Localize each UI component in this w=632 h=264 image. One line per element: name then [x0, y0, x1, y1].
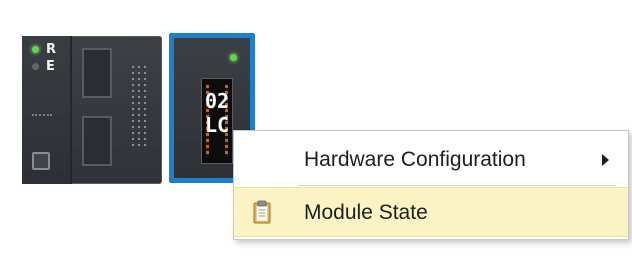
error-led-icon: [32, 63, 39, 70]
module-led-icon: [230, 54, 237, 61]
error-led-label: E: [46, 59, 55, 74]
run-led-label: R: [46, 42, 57, 57]
submenu-arrow-icon: [602, 154, 609, 166]
module-label-window: 02 LC: [201, 78, 233, 164]
menu-item-label: Module State: [304, 201, 428, 224]
hardware-canvas: R E 02 LC Hardware Configuration Module …: [0, 0, 632, 264]
indicator-dots-icon: [32, 114, 52, 118]
menu-item-module-state[interactable]: Module State: [234, 187, 628, 237]
connector-pins-icon: [130, 64, 148, 150]
menu-separator: [298, 185, 616, 186]
module-type-code: LC: [204, 113, 230, 137]
module-number: 02: [204, 89, 230, 113]
menu-item-label: Hardware Configuration: [304, 148, 526, 171]
cpu-status-panel: R E: [22, 36, 72, 184]
memory-slot-icon: [82, 116, 112, 166]
context-menu: Hardware Configuration Module State: [233, 130, 629, 240]
memory-slot-icon: [82, 48, 112, 98]
usb-port-icon: [32, 152, 50, 170]
cpu-module[interactable]: R E: [22, 36, 162, 184]
clipboard-icon: [253, 200, 271, 224]
run-led-icon: [32, 46, 39, 53]
menu-item-hardware-configuration[interactable]: Hardware Configuration: [234, 135, 628, 185]
